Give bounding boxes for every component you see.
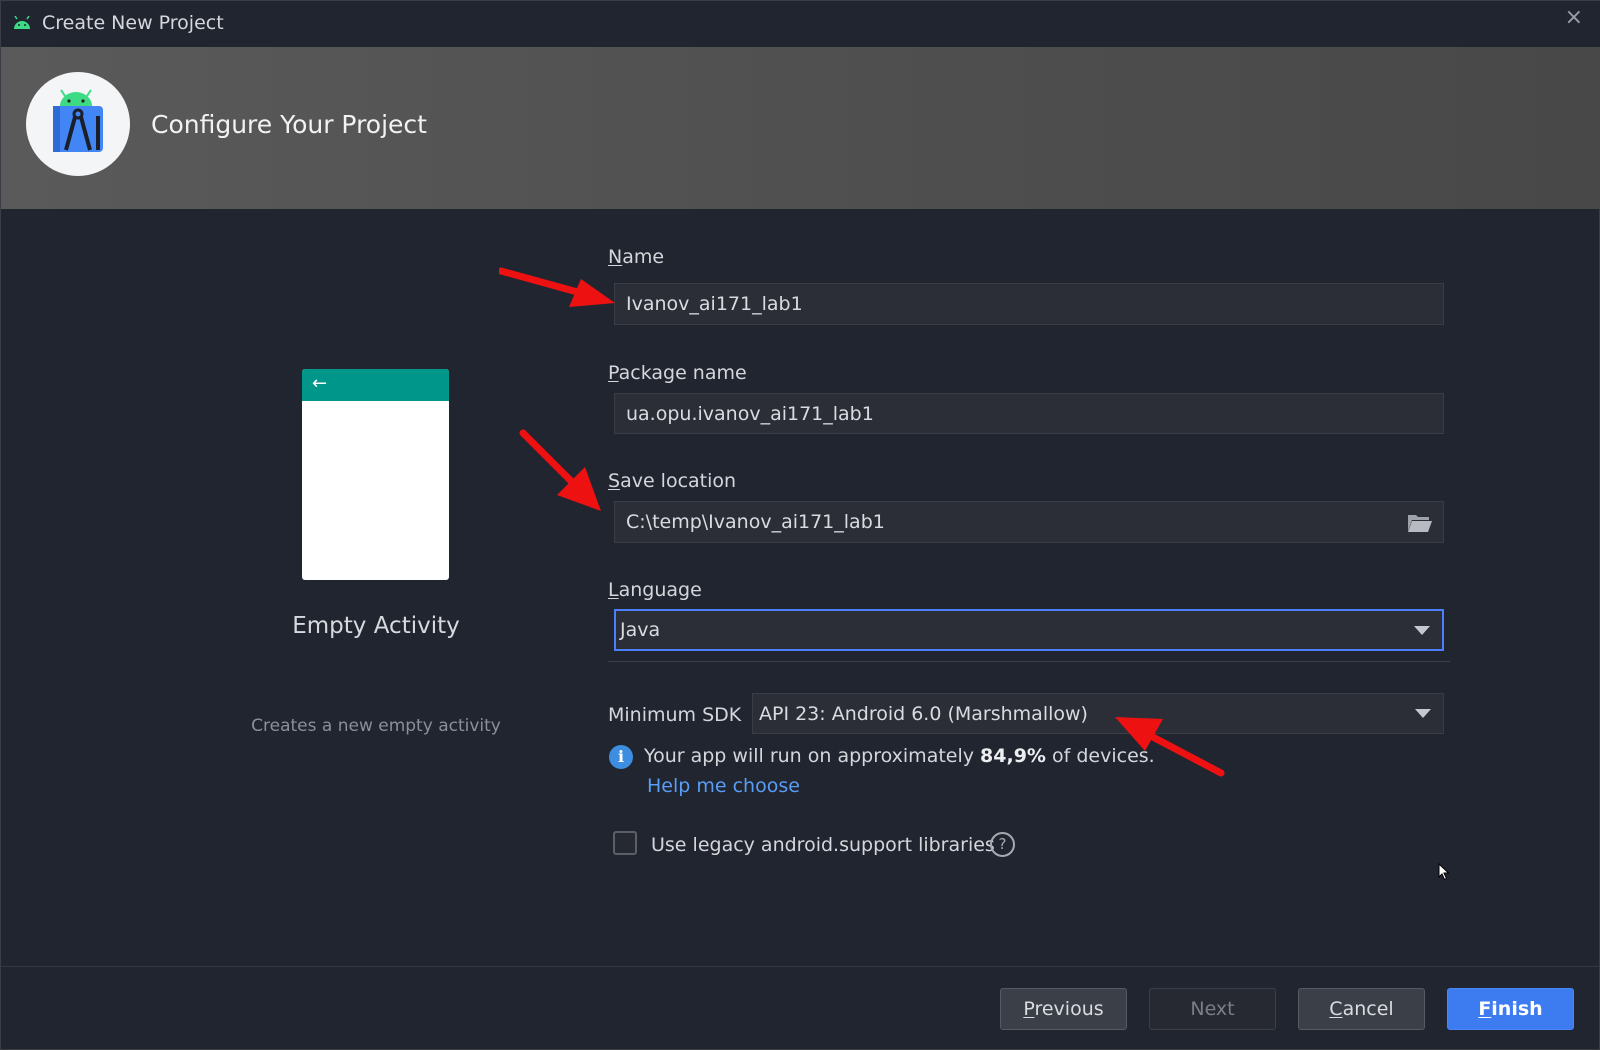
finish-button[interactable]: Finish	[1447, 988, 1574, 1030]
footer-divider	[1, 966, 1600, 967]
info-icon: i	[609, 745, 633, 769]
cancel-button[interactable]: Cancel	[1298, 988, 1425, 1030]
folder-open-icon[interactable]	[1407, 511, 1433, 533]
help-icon[interactable]: ?	[990, 832, 1015, 857]
template-description: Creates a new empty activity	[251, 716, 501, 736]
minimum-sdk-value: API 23: Android 6.0 (Marshmallow)	[759, 702, 1088, 725]
dialog-header: Configure Your Project	[1, 47, 1600, 209]
language-value: Java	[620, 619, 661, 641]
android-studio-logo-icon	[26, 72, 130, 176]
package-name-value: ua.opu.ivanov_ai171_lab1	[626, 402, 874, 425]
annotation-arrow-icon	[499, 267, 615, 307]
next-button[interactable]: Next	[1149, 988, 1276, 1030]
form-divider	[608, 661, 1450, 662]
legacy-libraries-label[interactable]: Use legacy android.support libraries	[651, 834, 995, 856]
package-name-label: Package name	[608, 362, 747, 384]
language-select[interactable]: Java	[614, 609, 1444, 651]
device-coverage-text: Your app will run on approximately 84,9%…	[644, 745, 1155, 767]
save-location-value: C:\temp\Ivanov_ai171_lab1	[626, 511, 885, 533]
device-coverage-percent: 84,9%	[980, 745, 1046, 767]
chevron-down-icon	[1415, 709, 1431, 718]
mouse-cursor-icon	[1438, 863, 1450, 881]
window-title: Create New Project	[42, 12, 224, 34]
help-me-choose-link[interactable]: Help me choose	[647, 775, 800, 797]
close-icon[interactable]: ×	[1565, 5, 1583, 30]
android-icon	[14, 16, 30, 29]
template-name: Empty Activity	[292, 613, 460, 639]
template-preview: ←	[302, 369, 449, 580]
minimum-sdk-label: Minimum SDK	[608, 704, 742, 726]
package-name-field[interactable]: ua.opu.ivanov_ai171_lab1	[614, 393, 1444, 434]
name-field-value: Ivanov_ai171_lab1	[626, 293, 803, 315]
name-field[interactable]: Ivanov_ai171_lab1	[614, 283, 1444, 325]
save-location-label: Save location	[608, 470, 737, 492]
minimum-sdk-select[interactable]: API 23: Android 6.0 (Marshmallow)	[752, 693, 1444, 734]
legacy-libraries-checkbox[interactable]	[613, 831, 637, 855]
annotation-arrow-icon	[1115, 717, 1225, 777]
preview-app-bar: ←	[302, 369, 449, 401]
create-project-dialog: Create New Project × Configure Your Proj…	[0, 0, 1600, 1050]
language-label: Language	[608, 579, 702, 601]
back-arrow-icon: ←	[312, 373, 328, 394]
title-bar: Create New Project ×	[1, 1, 1600, 47]
page-title: Configure Your Project	[151, 110, 427, 139]
annotation-arrow-icon	[519, 429, 601, 511]
chevron-down-icon	[1414, 626, 1430, 635]
previous-button[interactable]: Previous	[1000, 988, 1127, 1030]
save-location-field[interactable]: C:\temp\Ivanov_ai171_lab1	[614, 501, 1444, 543]
